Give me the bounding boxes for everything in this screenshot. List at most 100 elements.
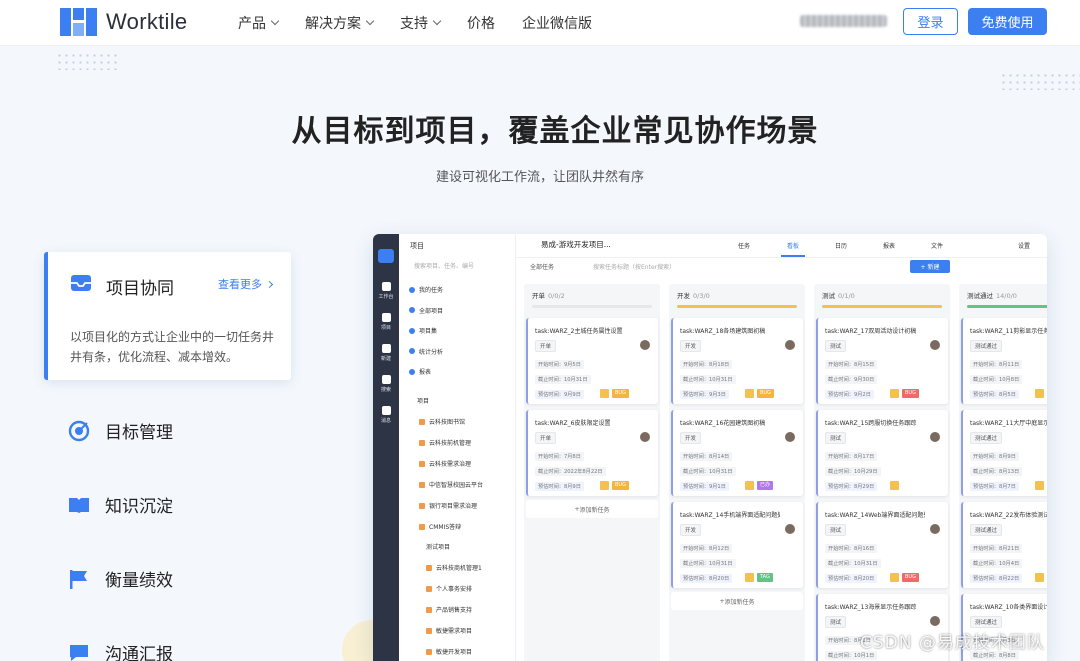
tab-board[interactable]: 看板	[787, 241, 799, 250]
feature-card-project[interactable]: 项目协同 查看更多 以项目化的方式让企业中的一切任务井井有条，优化流程、减本增效…	[44, 252, 291, 380]
rail-item[interactable]: 新建	[373, 344, 399, 362]
task-title: task:WARZ_10各类界面设计	[970, 604, 1047, 611]
sidebar-item[interactable]: 统计分析	[409, 347, 443, 356]
sidebar-item[interactable]: 项目	[417, 396, 429, 405]
feature-performance[interactable]: 衡量绩效	[68, 566, 173, 591]
rail-item[interactable]: 工作台	[373, 282, 399, 300]
task-card[interactable]: task:WARZ_22发布体验测试 测试通过 开始时间：8月21日 截止时间：10月…	[961, 502, 1047, 588]
task-end-date: 截止时间：8月13日	[970, 467, 1023, 476]
nav-item[interactable]: 解决方案	[305, 13, 375, 33]
sidebar-item[interactable]: 敏捷开发项目	[426, 647, 472, 656]
sidebar-item[interactable]: CMMIS答辩	[419, 522, 461, 531]
column-header: 测试通过 14/0/0	[967, 290, 1017, 300]
task-card[interactable]: task:WARZ_11大厅中庭显示 测试通过 开始时间：8月9日 截止时间：8月13…	[961, 410, 1047, 496]
nav-item[interactable]: 企业微信版	[522, 13, 592, 33]
task-filter[interactable]: 全部任务	[530, 262, 554, 271]
sidebar-item[interactable]: 云科技前机管理	[419, 438, 471, 447]
sidebar-item[interactable]: 测试项目	[426, 542, 450, 551]
sidebar-item[interactable]: 中信智慧校园云平台	[419, 480, 483, 489]
nav-item[interactable]: 产品	[238, 13, 280, 33]
task-tag: TAG	[757, 573, 773, 582]
nav-label: 解决方案	[305, 16, 361, 32]
sidebar-item[interactable]: 我的任务	[409, 285, 443, 294]
rail-item[interactable]: 消息	[373, 406, 399, 424]
sidebar-item[interactable]: 银行项目需求治理	[419, 501, 477, 510]
tab-calendar[interactable]: 日历	[835, 241, 847, 250]
task-title: task:WARZ_14手机端界面适配问题处理	[680, 512, 780, 519]
sidebar-item[interactable]: 个人事务安排	[426, 584, 472, 593]
feature-knowledge[interactable]: 知识沉淀	[68, 492, 173, 517]
task-end-date: 截止时间：9月30日	[825, 375, 878, 384]
task-card[interactable]: task:WARZ_16花园建筑图初稿 开发 开始时间：8月14日 截止时间：10月3…	[671, 410, 803, 496]
project-title[interactable]: 易成-游戏开发项目...	[541, 239, 611, 250]
column-count: 0/0/2	[548, 292, 565, 300]
task-tag: 已办	[757, 481, 774, 490]
feature-goal-management[interactable]: 目标管理	[68, 418, 173, 443]
nav-label: 企业微信版	[522, 16, 592, 32]
task-card[interactable]: task:WARZ_15跨服切换任务跟踪 测试 开始时间：8月17日 截止时间：10月…	[816, 410, 948, 496]
sidebar-item[interactable]: 云科技商机管理1	[426, 563, 482, 572]
task-card[interactable]: task:WARZ_14手机端界面适配问题处理 开发 开始时间：8月12日 截止时间：…	[671, 502, 803, 588]
add-task-button[interactable]: + 添加新任务	[671, 592, 803, 610]
task-start-date: 开始时间：8月11日	[970, 360, 1023, 369]
rail-item[interactable]: 搜索	[373, 375, 399, 393]
sidebar-item[interactable]: 产品销售支持	[426, 605, 472, 614]
column-progress-bar	[822, 305, 942, 308]
task-card[interactable]: task:WARZ_17双周活动设计初稿 测试 开始时间：8月15日 截止时间：9月3…	[816, 318, 948, 404]
nav-dot-icon	[409, 348, 415, 354]
sidebar-item-label: 云科技图书馆	[429, 419, 466, 426]
sidebar-item[interactable]: 全部项目	[409, 306, 443, 315]
task-tag: BUG	[902, 389, 919, 398]
task-estimate: 预估时间：8月7日	[970, 482, 1019, 491]
kanban-column: 测试 0/1/0 task:WARZ_17双周活动设计初稿 测试 开始时间：8月15日截…	[814, 284, 950, 661]
chevron-down-icon	[270, 16, 280, 26]
decorative-dots	[56, 52, 120, 70]
new-task-button[interactable]: + 新建	[910, 260, 950, 273]
sidebar-item-label: 测试项目	[426, 544, 451, 551]
nav-label: 支持	[400, 16, 428, 32]
task-start-date: 开始时间：8月17日	[825, 452, 878, 461]
free-trial-button[interactable]: 免费使用	[968, 8, 1047, 35]
task-card[interactable]: task:WARZ_2主城任务属性设置 开单 开始时间：9月5日 截止时间：10月31…	[526, 318, 658, 404]
rail-label: 新建	[380, 356, 391, 362]
nav-item[interactable]: 支持	[400, 13, 442, 33]
task-card[interactable]: task:WARZ_18各场建筑图初稿 开发 开始时间：8月18日 截止时间：10月3…	[671, 318, 803, 404]
hero-title: 从目标到项目，覆盖企业常见协作场景	[291, 114, 819, 149]
sidebar-item[interactable]: 报表	[409, 367, 431, 376]
rail-item[interactable]: 项目	[373, 313, 399, 331]
column-name: 开单	[532, 292, 545, 300]
task-card[interactable]: task:WARZ_11剪影显示任务 测试通过 开始时间：8月11日 截止时间：10月…	[961, 318, 1047, 404]
rail-label: 工作台	[378, 294, 394, 300]
sidebar-item[interactable]: 云科技图书馆	[419, 417, 465, 426]
chevron-right-icon	[265, 280, 274, 288]
sidebar-item-label: 敏捷开发项目	[436, 649, 473, 656]
task-search[interactable]: 搜索任务标题（按Enter搜索）	[593, 262, 675, 271]
task-title: task:WARZ_2主城任务属性设置	[535, 328, 623, 335]
brand-logo[interactable]: Worktile	[60, 8, 187, 36]
task-estimate: 预估时间：8月29日	[825, 482, 878, 491]
task-tag: BUG	[902, 573, 919, 582]
feature-title: 项目协同	[106, 279, 174, 299]
sidebar-item[interactable]: 项目集	[409, 326, 437, 335]
login-button[interactable]: 登录	[903, 8, 958, 35]
main-nav: 产品 解决方案 支持 价格 企业微信版	[238, 0, 619, 46]
rail-label: 消息	[380, 418, 391, 424]
view-more-link[interactable]: 查看更多	[218, 276, 274, 292]
chat-icon	[70, 644, 88, 661]
tab-files[interactable]: 文件	[931, 241, 943, 250]
tab-tasks[interactable]: 任务	[738, 241, 750, 250]
task-card[interactable]: task:WARZ_14Web端界面适配问题处理 测试 开始时间：8月16日 截止时间…	[816, 502, 948, 588]
tab-report[interactable]: 报表	[883, 241, 895, 250]
column-name: 开发	[677, 292, 690, 300]
feature-communication[interactable]: 沟通汇报	[68, 640, 173, 661]
sidebar-item[interactable]: 云科技需求治理	[419, 459, 471, 468]
app-logo-icon	[378, 249, 394, 263]
nav-item[interactable]: 价格	[467, 13, 495, 33]
settings-link[interactable]: 设置	[1018, 241, 1030, 250]
sidebar-search[interactable]: 搜索项目、任务、编号	[414, 261, 474, 270]
task-card[interactable]: task:WARZ_6皮肤限定设置 开单 开始时间：7月8日 截止时间：2022年8月…	[526, 410, 658, 496]
add-task-button[interactable]: + 添加新任务	[526, 500, 658, 518]
task-title: task:WARZ_6皮肤限定设置	[535, 420, 611, 427]
sidebar-item-label: 个人事务安排	[436, 586, 473, 593]
sidebar-item[interactable]: 敏捷需求项目	[426, 626, 472, 635]
